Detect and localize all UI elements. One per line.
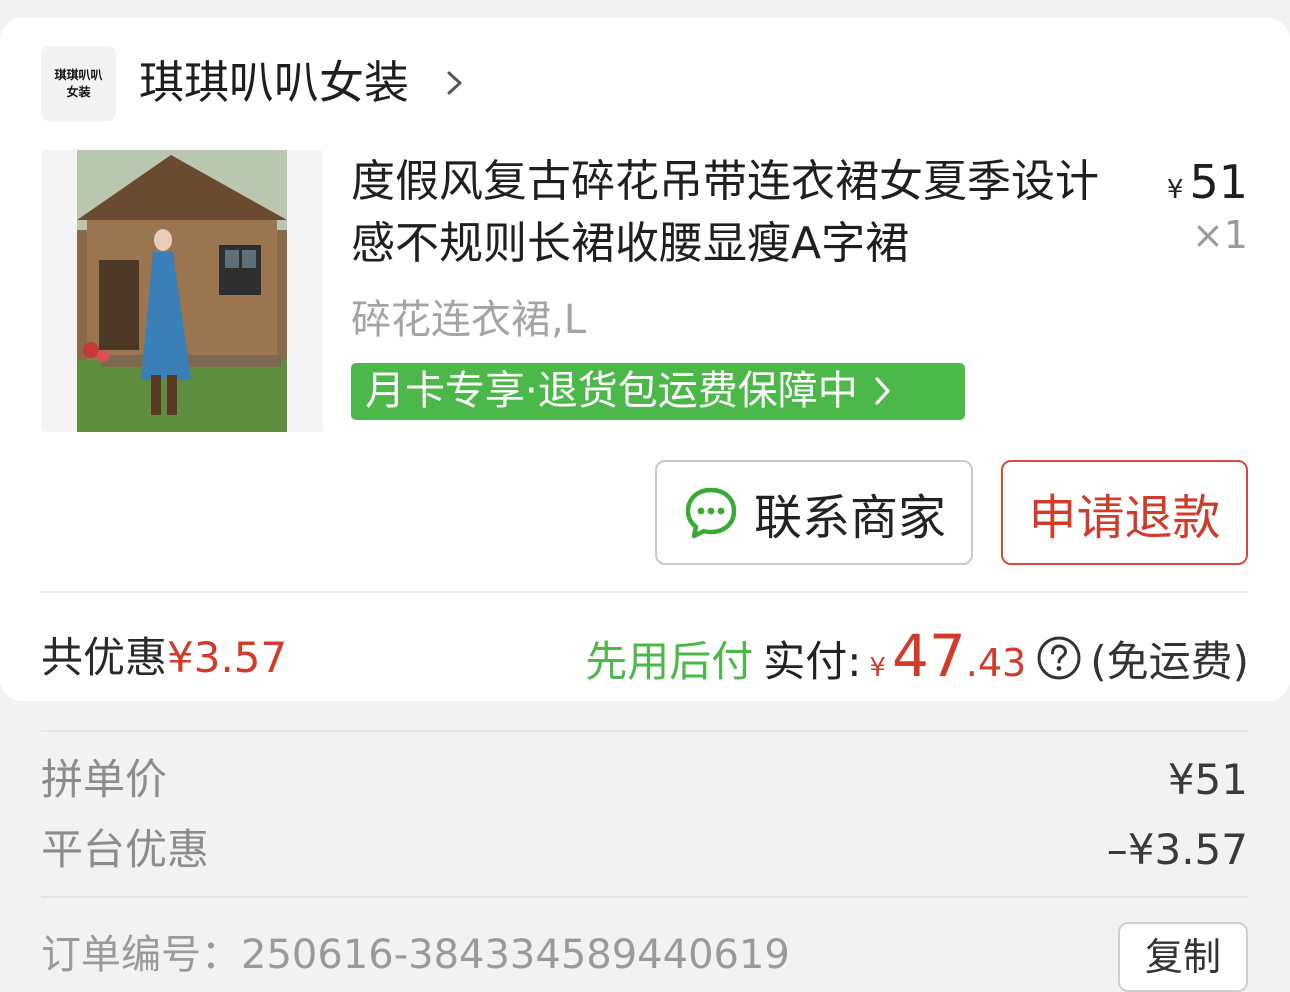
request-refund-button[interactable]: 申请退款 — [1001, 460, 1248, 565]
price-value: 51 — [1189, 155, 1248, 209]
product-price: ¥51 — [1167, 154, 1248, 218]
total-discount-label: 共优惠 — [41, 633, 168, 682]
platform-discount-label: 平台优惠 — [41, 825, 210, 874]
product-title[interactable]: 度假风复古碎花吊带连衣裙女夏季设计感不规则长裙收腰显瘦A字裙 — [351, 151, 1141, 275]
product-quantity: ×1 — [1191, 213, 1248, 257]
help-icon[interactable] — [1036, 635, 1082, 681]
paid-decimal: .43 — [965, 641, 1027, 685]
total-discount-value: ¥3.57 — [167, 633, 288, 682]
shop-logo-line1: 琪琪叭叭 — [54, 68, 103, 83]
return-shipping-badge[interactable]: 月卡专享·退货包运费保障中 — [351, 363, 965, 420]
paid-currency: ¥ — [869, 653, 886, 683]
shop-name[interactable]: 琪琪叭叭女装 — [139, 55, 409, 111]
product-spec: 碎花连衣裙,L — [351, 297, 586, 343]
paid-label: 实付: — [763, 637, 862, 686]
pay-later-label[interactable]: 先用后付 — [585, 628, 753, 689]
badge-label: 月卡专享·退货包运费保障中 — [365, 368, 858, 414]
price-currency: ¥ — [1166, 175, 1184, 205]
chevron-right-icon — [875, 377, 891, 405]
free-shipping-label: (免运费) — [1090, 637, 1249, 686]
request-refund-label: 申请退款 — [1028, 489, 1221, 546]
divider — [41, 591, 1248, 593]
paid-integer: 47 — [891, 622, 966, 690]
product-image[interactable] — [41, 150, 323, 432]
platform-discount-value: –¥3.57 — [1106, 825, 1248, 874]
section-divider — [41, 896, 1248, 898]
total-discount: 共优惠¥3.57 — [41, 630, 287, 686]
order-number: 订单编号：250616-384334589440619 — [41, 932, 790, 978]
section-divider — [41, 730, 1248, 732]
shop-logo[interactable]: 琪琪叭叭 女装 — [41, 46, 116, 121]
contact-seller-label: 联系商家 — [753, 489, 946, 546]
amount-paid: 先用后付 实付: ¥ 47 .43 (免运费) — [585, 622, 1249, 694]
group-price-label: 拼单价 — [41, 755, 168, 804]
product-photo — [77, 150, 287, 432]
shop-logo-line2: 女装 — [66, 84, 91, 99]
copy-button[interactable]: 复制 — [1118, 922, 1248, 992]
chat-bubble-icon — [685, 487, 737, 538]
chevron-right-icon[interactable] — [440, 67, 470, 99]
contact-seller-button[interactable]: 联系商家 — [655, 460, 973, 565]
group-price-value: ¥51 — [1167, 755, 1248, 804]
